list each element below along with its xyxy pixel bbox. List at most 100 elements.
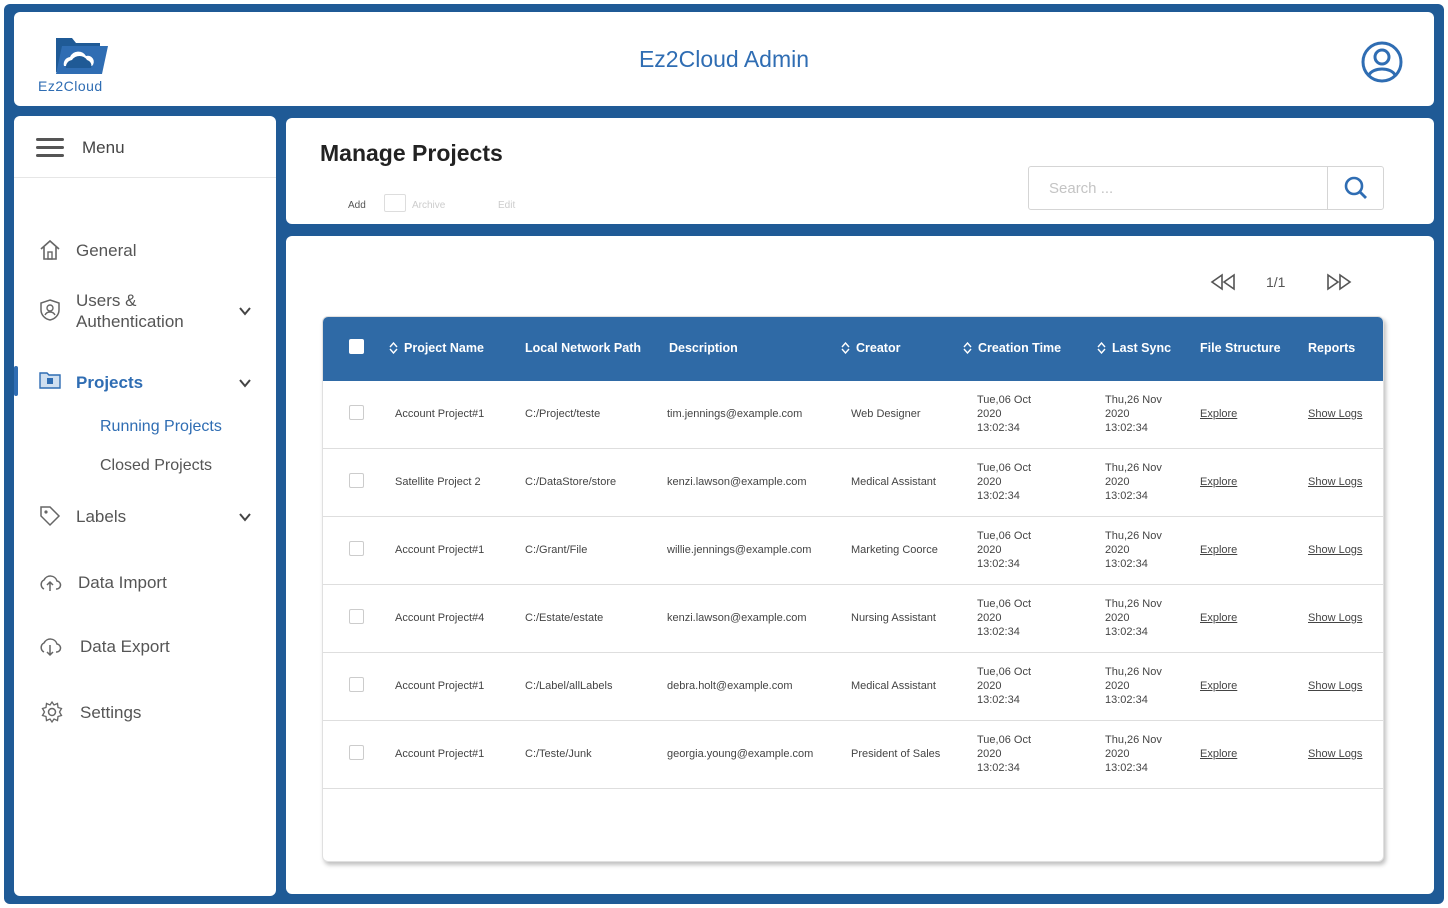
sidebar-item-users-authentication[interactable]: Users & Authentication bbox=[14, 286, 276, 342]
show-logs-link[interactable]: Show Logs bbox=[1308, 544, 1362, 556]
hamburger-icon[interactable] bbox=[36, 138, 64, 158]
path-cell: C:/Project/teste bbox=[525, 408, 601, 420]
explore-link[interactable]: Explore bbox=[1200, 476, 1237, 488]
row-checkbox[interactable] bbox=[349, 677, 364, 692]
explore-link[interactable]: Explore bbox=[1200, 680, 1237, 692]
description-cell: willie.jennings@example.com bbox=[667, 544, 812, 556]
explore-link[interactable]: Explore bbox=[1200, 612, 1237, 624]
sidebar-item-label: Labels bbox=[76, 507, 127, 526]
creation-time-cell: Tue,06 Oct 2020 13:02:34 bbox=[977, 666, 1032, 706]
chevron-down-icon[interactable] bbox=[238, 510, 252, 524]
explore-link[interactable]: Explore bbox=[1200, 748, 1237, 760]
add-button[interactable]: Add bbox=[348, 200, 366, 211]
select-all-checkbox[interactable] bbox=[349, 339, 364, 354]
table-panel: 1/1 Project Name Local Network Path Desc… bbox=[286, 236, 1434, 894]
sidebar-item-settings[interactable]: Settings bbox=[14, 688, 276, 736]
sidebar-subitem-running-projects[interactable]: Running Projects bbox=[100, 418, 222, 436]
chevron-down-icon[interactable] bbox=[238, 376, 252, 390]
column-header-description: Description bbox=[669, 341, 738, 355]
explore-link[interactable]: Explore bbox=[1200, 408, 1237, 420]
column-header-last-sync[interactable]: Last Sync bbox=[1097, 341, 1171, 355]
tag-icon bbox=[40, 506, 61, 527]
row-checkbox[interactable] bbox=[349, 405, 364, 420]
table-row: Account Project#1 C:/Grant/File willie.jen… bbox=[323, 517, 1383, 585]
last-sync-cell: Thu,26 Nov 2020 13:02:34 bbox=[1105, 462, 1162, 502]
creation-time-cell: Tue,06 Oct 2020 13:02:34 bbox=[977, 598, 1032, 638]
project-name-cell: Account Project#1 bbox=[395, 544, 485, 556]
show-logs-link[interactable]: Show Logs bbox=[1308, 408, 1362, 420]
project-name-cell: Satellite Project 2 bbox=[395, 476, 481, 488]
last-sync-cell: Thu,26 Nov 2020 13:02:34 bbox=[1105, 598, 1162, 638]
archive-button[interactable]: Archive bbox=[412, 200, 445, 211]
description-cell: debra.holt@example.com bbox=[667, 680, 793, 692]
show-logs-link[interactable]: Show Logs bbox=[1308, 748, 1362, 760]
table-row: Account Project#4 C:/Estate/estate kenzi.l… bbox=[323, 585, 1383, 653]
creation-time-cell: Tue,06 Oct 2020 13:02:34 bbox=[977, 734, 1032, 774]
path-cell: C:/Teste/Junk bbox=[525, 748, 592, 760]
next-page-icon[interactable] bbox=[1324, 272, 1354, 292]
sidebar-item-label: Data Import bbox=[78, 573, 167, 592]
chevron-down-icon[interactable] bbox=[238, 304, 252, 318]
search-input[interactable] bbox=[1029, 167, 1329, 209]
first-page-icon[interactable] bbox=[1208, 272, 1238, 292]
sort-icon bbox=[841, 342, 850, 354]
sidebar-item-general[interactable]: General bbox=[14, 226, 276, 274]
sort-icon bbox=[963, 342, 972, 354]
column-label: Last Sync bbox=[1112, 341, 1172, 355]
column-label: Creator bbox=[856, 341, 901, 355]
table-row: Satellite Project 2 C:/DataStore/store ken… bbox=[323, 449, 1383, 517]
search-icon bbox=[1344, 176, 1367, 199]
row-checkbox[interactable] bbox=[349, 609, 364, 624]
search-button[interactable] bbox=[1327, 167, 1383, 209]
header: Ez2Cloud Ez2Cloud Admin bbox=[14, 12, 1434, 106]
row-checkbox[interactable] bbox=[349, 541, 364, 556]
checkbox-icon bbox=[384, 194, 406, 212]
folder-icon bbox=[39, 372, 61, 389]
creator-cell: Medical Assistant bbox=[851, 476, 936, 488]
sidebar-item-projects[interactable]: Projects bbox=[14, 358, 276, 406]
column-header-project-name[interactable]: Project Name bbox=[389, 341, 484, 355]
path-cell: C:/Estate/estate bbox=[525, 612, 604, 624]
creator-cell: President of Sales bbox=[851, 748, 941, 760]
row-checkbox[interactable] bbox=[349, 473, 364, 488]
sidebar-item-data-export[interactable]: Data Export bbox=[14, 622, 276, 670]
menu-toggle[interactable]: Menu bbox=[14, 116, 276, 178]
project-name-cell: Account Project#1 bbox=[395, 748, 485, 760]
sidebar-item-label: Projects bbox=[76, 373, 144, 392]
sidebar-item-data-import[interactable]: Data Import bbox=[14, 558, 276, 606]
description-cell: kenzi.lawson@example.com bbox=[667, 476, 807, 488]
creator-cell: Nursing Assistant bbox=[851, 612, 936, 624]
sidebar-subitem-closed-projects[interactable]: Closed Projects bbox=[100, 457, 212, 475]
creator-cell: Marketing Coorce bbox=[851, 544, 938, 556]
creation-time-cell: Tue,06 Oct 2020 13:02:34 bbox=[977, 394, 1032, 434]
gear-icon bbox=[41, 700, 63, 724]
show-logs-link[interactable]: Show Logs bbox=[1308, 680, 1362, 692]
show-logs-link[interactable]: Show Logs bbox=[1308, 476, 1362, 488]
explore-link[interactable]: Explore bbox=[1200, 544, 1237, 556]
path-cell: C:/Label/allLabels bbox=[525, 680, 613, 692]
column-header-creation-time[interactable]: Creation Time bbox=[963, 341, 1061, 355]
sort-icon bbox=[1097, 342, 1106, 354]
cloud-upload-icon bbox=[40, 575, 62, 591]
show-logs-link[interactable]: Show Logs bbox=[1308, 612, 1362, 624]
last-sync-cell: Thu,26 Nov 2020 13:02:34 bbox=[1105, 734, 1162, 774]
creation-time-cell: Tue,06 Oct 2020 13:02:34 bbox=[977, 462, 1032, 502]
path-cell: C:/DataStore/store bbox=[525, 476, 617, 488]
project-name-cell: Account Project#4 bbox=[395, 612, 485, 624]
sidebar-item-labels[interactable]: Labels bbox=[14, 492, 276, 540]
column-label: Local Network Path bbox=[525, 341, 641, 355]
page-header-panel: Manage Projects Add Archive Edit bbox=[286, 118, 1434, 224]
description-cell: kenzi.lawson@example.com bbox=[667, 612, 807, 624]
logo-text: Ez2Cloud bbox=[38, 78, 103, 94]
home-icon bbox=[40, 239, 60, 260]
column-header-local-network-path: Local Network Path bbox=[525, 341, 641, 355]
edit-button[interactable]: Edit bbox=[498, 200, 515, 211]
cloud-download-icon bbox=[40, 638, 62, 657]
sidebar-item-label: General bbox=[76, 241, 137, 260]
table-row: Account Project#1 C:/Label/allLabels debra… bbox=[323, 653, 1383, 721]
menu-label: Menu bbox=[82, 138, 125, 157]
user-circle-icon[interactable] bbox=[1360, 40, 1404, 84]
column-label: Project Name bbox=[404, 341, 484, 355]
row-checkbox[interactable] bbox=[349, 745, 364, 760]
column-header-creator[interactable]: Creator bbox=[841, 341, 900, 355]
